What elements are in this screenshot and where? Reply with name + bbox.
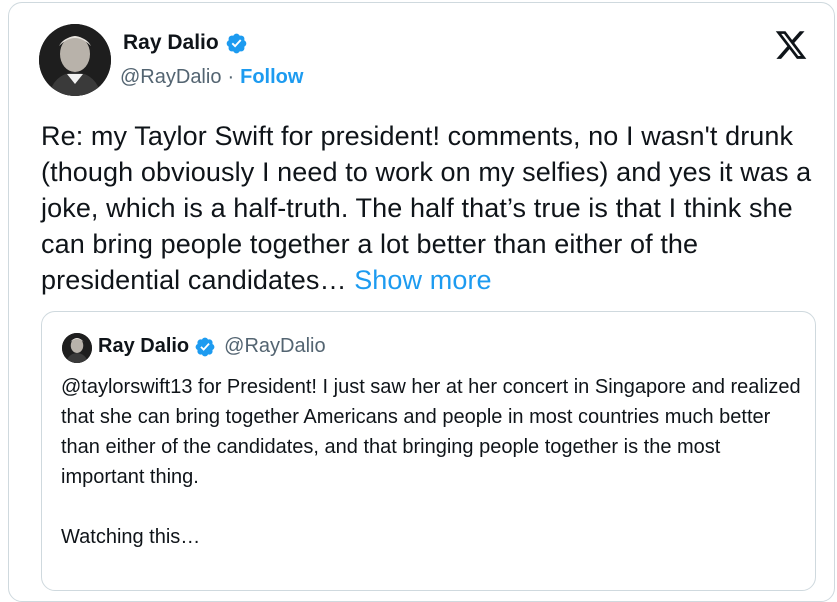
quoted-author-name: Ray Dalio	[98, 335, 190, 357]
quoted-author-handle: @RayDalio	[224, 335, 326, 357]
quoted-tweet-text-2: Watching this…	[61, 526, 201, 548]
verified-badge-icon	[226, 33, 247, 53]
quoted-tweet-text: @taylorswift13 for President! I just saw…	[61, 376, 801, 488]
follow-button[interactable]: Follow	[240, 66, 303, 89]
author-handle[interactable]: @RayDalio	[120, 66, 221, 89]
author-avatar[interactable]	[39, 24, 111, 96]
quoted-author-avatar	[62, 333, 92, 363]
author-name[interactable]: Ray Dalio	[123, 31, 219, 55]
tweet-text: Re: my Taylor Swift for president! comme…	[41, 118, 831, 298]
verified-badge-icon	[195, 337, 215, 356]
separator-dot: ·	[227, 66, 235, 88]
quoted-tweet[interactable]: Ray Dalio @RayDalio @taylorswift13 for P…	[41, 311, 816, 591]
show-more-link[interactable]: Show more	[354, 265, 491, 295]
tweet-card[interactable]: Ray Dalio @RayDalio · Follow Re: my Tayl…	[8, 2, 835, 602]
x-logo-icon[interactable]	[774, 28, 808, 62]
